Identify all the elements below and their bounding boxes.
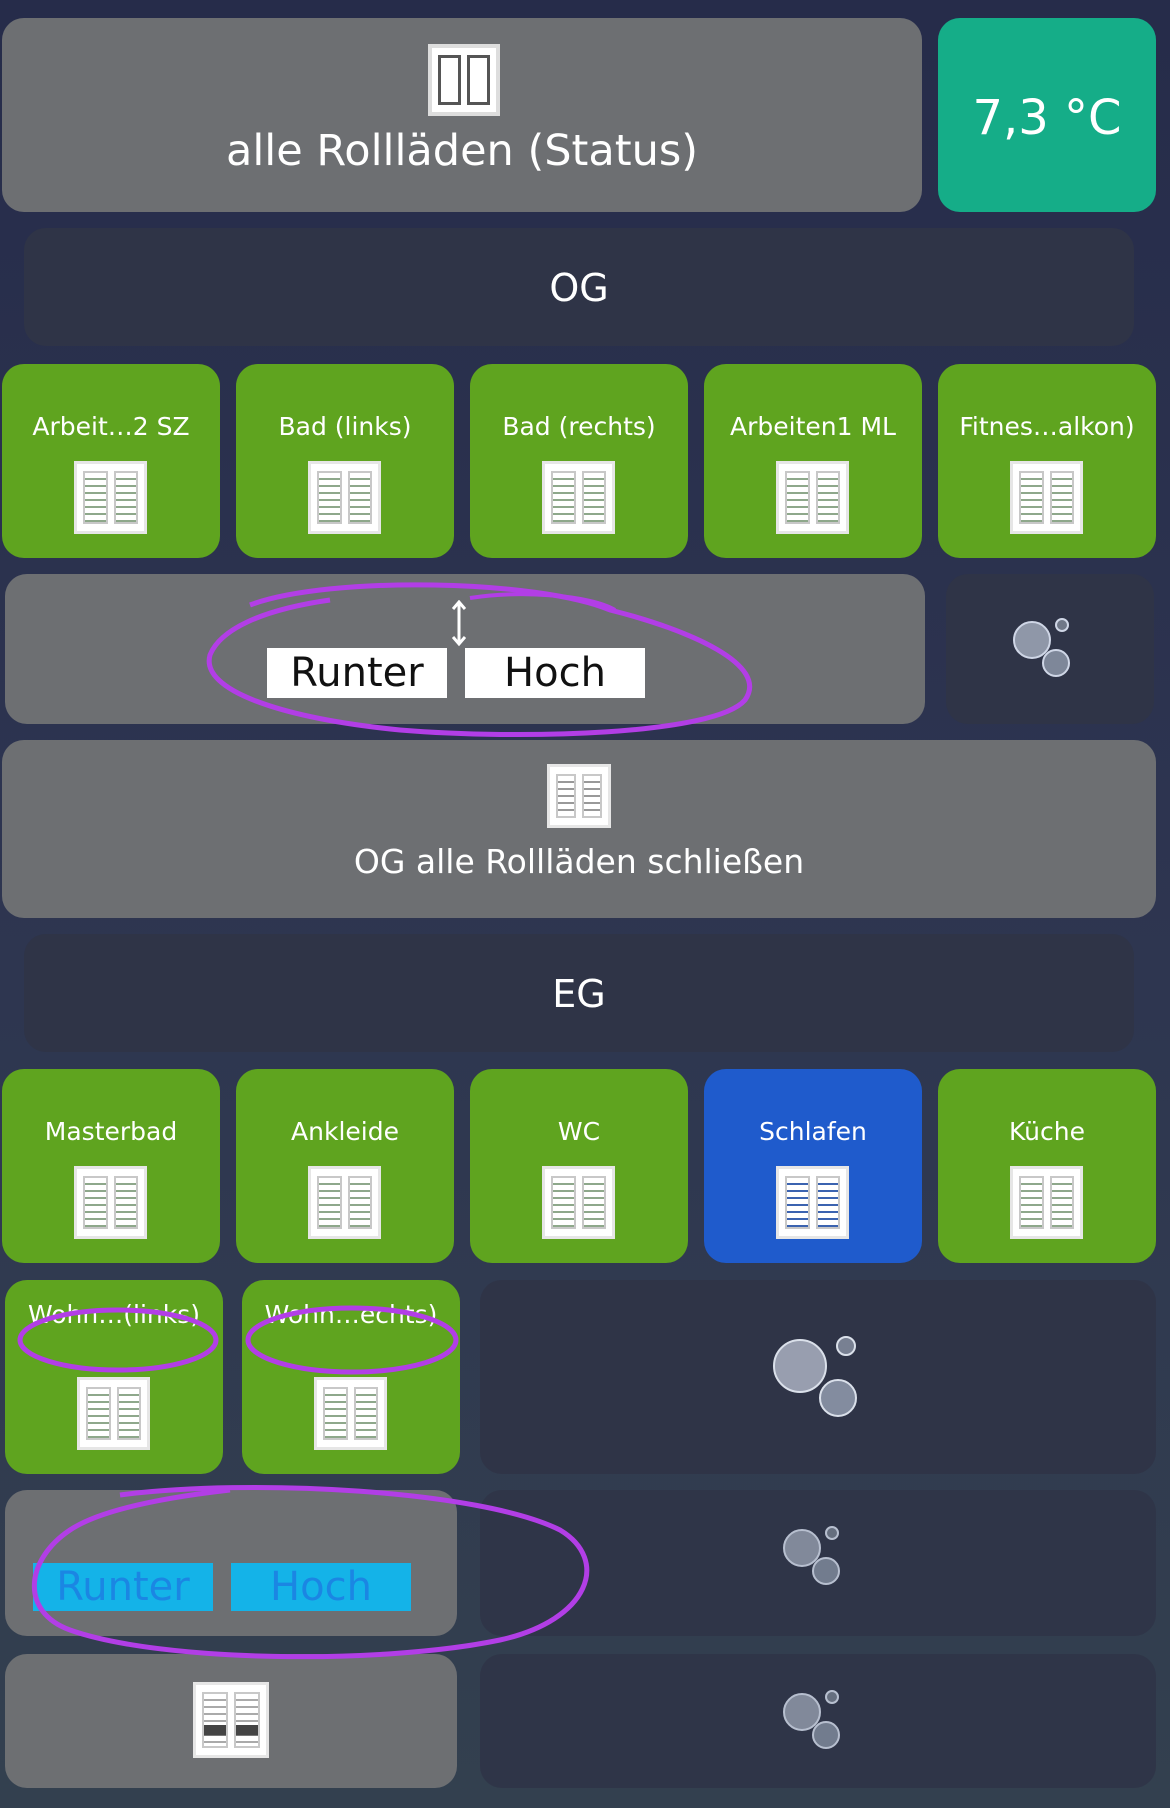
shutter-icon (1010, 461, 1083, 534)
room-label: Fitnes…alkon) (959, 412, 1135, 441)
shutter-icon (542, 461, 615, 534)
room-tile-og-4[interactable]: Arbeiten1 ML (704, 364, 922, 558)
bubbles-icon (1013, 618, 1070, 677)
bubbles-icon (773, 1336, 857, 1417)
og-down-button[interactable]: Runter (267, 648, 447, 698)
shutter-icon (74, 461, 147, 534)
eg-shutter-control: Runter Hoch (5, 1490, 457, 1636)
og-close-all-label: OG alle Rollläden schließen (353, 842, 805, 881)
bubbles-icon (783, 1526, 840, 1585)
room-label: Wohn…(links) (28, 1300, 200, 1329)
shutter-icon (74, 1166, 147, 1239)
room-label: WC (557, 1117, 601, 1146)
room-label: Bad (rechts) (502, 412, 656, 441)
bubbles-icon (783, 1690, 840, 1749)
room-label: Schlafen (759, 1117, 867, 1146)
og-up-button[interactable]: Hoch (465, 648, 645, 698)
eg-bubbles-tile-large[interactable] (480, 1280, 1156, 1474)
shutter-icon (776, 461, 849, 534)
temperature-tile[interactable]: 7,3 °C (938, 18, 1156, 212)
shutter-icon (428, 44, 500, 116)
shutter-icon (308, 1166, 381, 1239)
room-tile-wohn-links[interactable]: Wohn…(links) (5, 1280, 223, 1474)
room-tile-eg-5[interactable]: Küche (938, 1069, 1156, 1263)
room-label: Wohn…echts) (264, 1300, 438, 1329)
room-label: Küche (1009, 1117, 1085, 1146)
og-bubbles-tile[interactable] (946, 574, 1154, 724)
shutter-icon (308, 461, 381, 534)
room-tile-eg-3[interactable]: WC (470, 1069, 688, 1263)
room-label: Arbeiten1 ML (730, 412, 896, 441)
og-shutter-control: Runter Hoch (5, 574, 925, 724)
room-tile-eg-2[interactable]: Ankleide (236, 1069, 454, 1263)
eg-down-button[interactable]: Runter (33, 1563, 213, 1611)
shutter-icon (542, 1166, 615, 1239)
temperature-value: 7,3 °C (972, 90, 1122, 146)
eg-bubbles-tile-2[interactable] (480, 1490, 1156, 1636)
room-label: Masterbad (44, 1117, 178, 1146)
shutter-icon (1010, 1166, 1083, 1239)
shutter-icon (193, 1682, 269, 1758)
all-shutters-status-label: alle Rollläden (Status) (225, 126, 699, 176)
og-close-all-tile[interactable]: OG alle Rollläden schließen (2, 740, 1156, 918)
og-section-title: OG (549, 266, 609, 310)
room-label: Arbeit…2 SZ (32, 412, 190, 441)
eg-section-title: EG (552, 972, 606, 1016)
shutter-icon (77, 1377, 150, 1450)
room-label: Ankleide (291, 1117, 399, 1146)
all-shutters-status-tile[interactable]: alle Rollläden (Status) (2, 18, 922, 212)
room-tile-og-3[interactable]: Bad (rechts) (470, 364, 688, 558)
shutter-icon (314, 1377, 387, 1450)
shutter-icon (547, 764, 611, 828)
room-tile-eg-4[interactable]: Schlafen (704, 1069, 922, 1263)
room-tile-wohn-rechts[interactable]: Wohn…echts) (242, 1280, 460, 1474)
room-tile-og-5[interactable]: Fitnes…alkon) (938, 364, 1156, 558)
eg-section-header: EG (24, 934, 1134, 1052)
room-tile-og-1[interactable]: Arbeit…2 SZ (2, 364, 220, 558)
eg-up-button[interactable]: Hoch (231, 1563, 411, 1611)
room-label: Bad (links) (278, 412, 412, 441)
room-tile-og-2[interactable]: Bad (links) (236, 364, 454, 558)
og-section-header: OG (24, 228, 1134, 346)
drag-cursor-icon (451, 599, 467, 647)
shutter-icon (776, 1166, 849, 1239)
eg-shutter-status-tile[interactable] (5, 1654, 457, 1788)
room-tile-eg-1[interactable]: Masterbad (2, 1069, 220, 1263)
eg-bubbles-tile-3[interactable] (480, 1654, 1156, 1788)
